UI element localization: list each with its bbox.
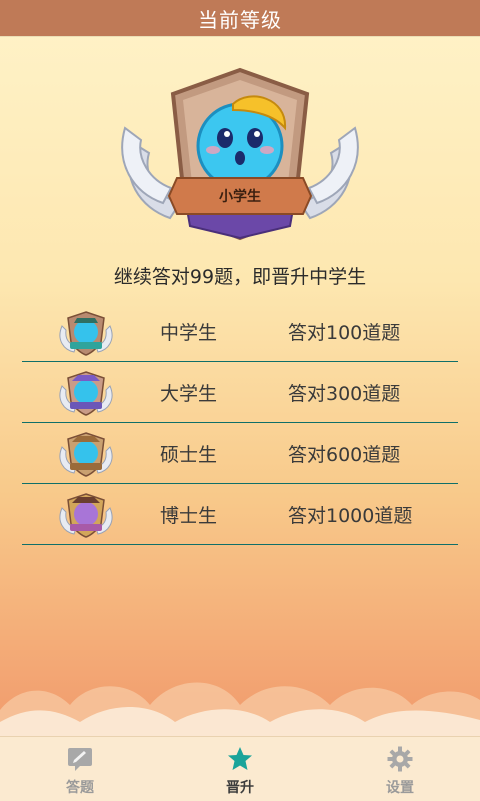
left-wing-icon [121,126,182,220]
level-row-middle-school: 中学生 答对100道题 [22,302,458,362]
page-header: 当前等级 [0,0,480,36]
tab-label: 答题 [66,780,94,796]
gear-icon [387,746,413,772]
master-badge-icon [59,432,113,477]
level-row-master: 硕士生 答对600道题 [22,423,458,484]
level-requirement: 答对1000道题 [288,504,413,527]
middle-school-badge-icon [59,310,113,356]
level-row-college: 大学生 答对300道题 [22,362,458,423]
tab-promote[interactable]: 晋升 [160,737,320,801]
pencil-note-icon [68,748,92,771]
level-name: 大学生 [160,382,218,405]
level-name: 博士生 [160,504,218,527]
progress-text: 继续答对99题，即晋升中学生 [113,266,367,288]
level-requirement: 答对300道题 [288,382,401,405]
doctor-badge-icon [59,493,113,538]
current-level-label: 小学生 [219,189,261,205]
level-row-doctor: 博士生 答对1000道题 [22,484,458,545]
college-badge-icon [59,371,113,416]
level-name: 硕士生 [160,443,218,466]
level-name: 中学生 [160,322,218,344]
level-list: 中学生 答对100道题 大学生 答对300道题 硕士生 答对600道题 博士生 … [22,302,458,545]
tab-answer[interactable]: 答题 [0,737,160,801]
cloud-decoration [0,682,480,740]
level-requirement: 答对100道题 [288,322,401,344]
bottom-tab-bar: 答题 晋升 设置 [0,736,480,801]
page-title: 当前等级 [198,7,282,32]
tab-settings[interactable]: 设置 [320,737,480,801]
level-requirement: 答对600道题 [288,443,401,466]
tab-label: 晋升 [226,780,254,796]
tab-label: 设置 [386,780,414,796]
star-icon [228,747,252,770]
current-level-badge [121,67,359,241]
right-wing-icon [298,126,359,220]
